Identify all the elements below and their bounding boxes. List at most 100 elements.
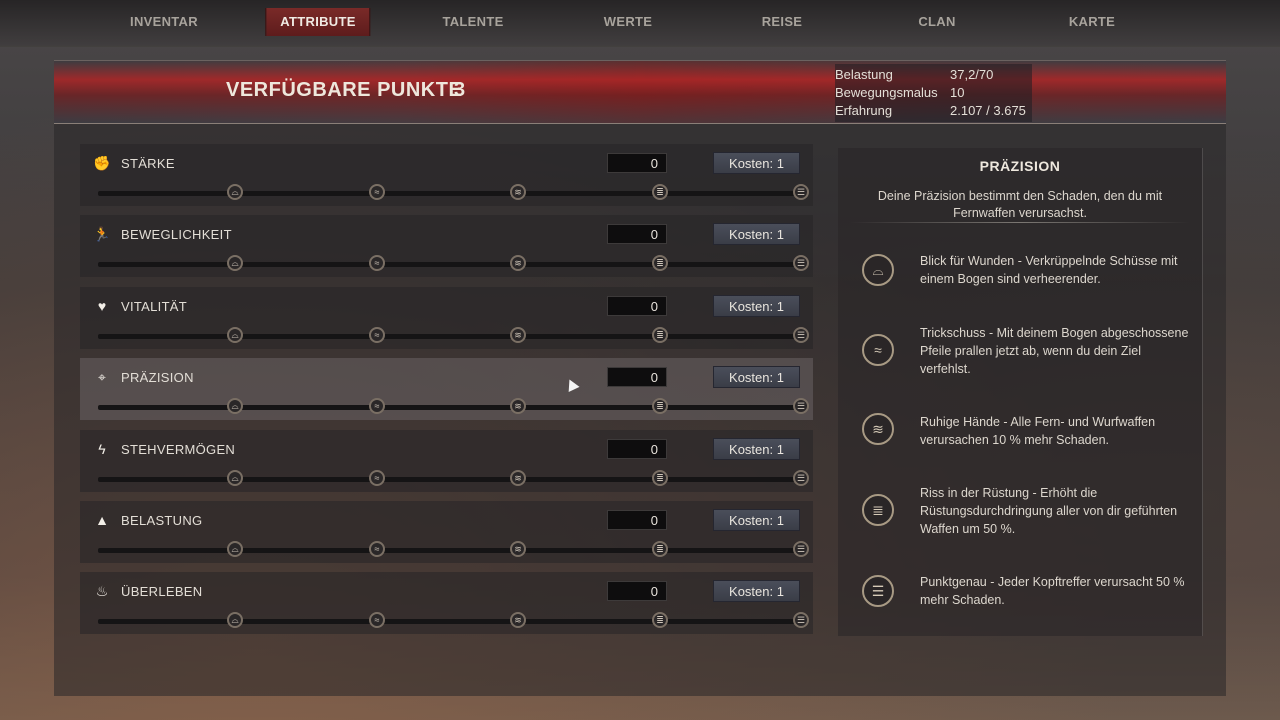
tab-karte[interactable]: KARTE	[1055, 8, 1129, 36]
cost-button[interactable]: Kosten: 1	[713, 366, 800, 389]
available-points-label: VERFÜGBARE PUNKTE	[226, 79, 463, 101]
perk-track: ⌓ ≈ ≋ ≣ ☰	[98, 255, 809, 272]
perk-node-icon[interactable]: ≣	[652, 612, 668, 629]
perk-node-icon[interactable]: ≣	[652, 326, 668, 343]
perk-node-icon[interactable]: ☰	[793, 255, 809, 272]
attribute-row-belastung[interactable]: ▲ BELASTUNG 0 Kosten: 1 ⌓ ≈ ≋ ≣ ☰	[80, 500, 813, 563]
perk-node-icon[interactable]: ≈	[369, 326, 385, 343]
attribute-value: 0	[607, 153, 667, 173]
tab-inventar[interactable]: INVENTAR	[116, 8, 212, 36]
cost-button[interactable]: Kosten: 1	[713, 508, 800, 531]
top-navigation: INVENTAR ATTRIBUTE TALENTE WERTE REISE C…	[0, 0, 1280, 47]
perk-node-icon[interactable]: ≋	[510, 184, 526, 200]
perk-node-icon[interactable]: ≈	[369, 398, 385, 415]
perk-node-icon[interactable]: ≈	[369, 184, 385, 200]
attribute-value: 0	[607, 224, 667, 245]
perk-track: ⌓ ≈ ≋ ≣ ☰	[98, 469, 809, 486]
perk-node-icon[interactable]: ≋	[510, 255, 526, 272]
perk-text: Ruhige Hände - Alle Fern- und Wurfwaffen…	[920, 415, 1156, 447]
tab-talente[interactable]: TALENTE	[428, 8, 517, 36]
stat-row: Erfahrung 2.107 / 3.675	[835, 102, 1026, 120]
perk-node-icon[interactable]: ⌓	[227, 255, 243, 272]
attribute-value: 0	[607, 509, 667, 530]
perk-tier-4-icon: ≣	[862, 494, 894, 526]
cost-button[interactable]: Kosten: 1	[713, 223, 800, 246]
attribute-row-ueberleben[interactable]: ♨ ÜBERLEBEN 0 Kosten: 1 ⌓ ≈ ≋ ≣ ☰	[80, 572, 813, 635]
perk-node-icon[interactable]: ≋	[510, 540, 526, 557]
perk-node-icon[interactable]: ≣	[652, 540, 668, 557]
perk-node-icon[interactable]: ≣	[652, 255, 668, 272]
campfire-icon: ♨	[95, 582, 109, 599]
tab-attribute[interactable]: ATTRIBUTE	[265, 8, 371, 36]
divider	[850, 222, 1190, 223]
cost-button[interactable]: Kosten: 1	[713, 437, 800, 460]
stat-value: 37,2/70	[950, 67, 994, 82]
attribute-row-praezision[interactable]: ⌖ PRÄZISION 0 Kosten: 1 ⌓ ≈ ≋ ≣ ☰	[80, 358, 813, 421]
cost-button[interactable]: Kosten: 1	[713, 294, 800, 317]
attribute-row-beweglichkeit[interactable]: 🏃 BEWEGLICHKEIT 0 Kosten: 1 ⌓ ≈ ≋ ≣ ☰	[80, 215, 813, 278]
attribute-name: PRÄZISION	[121, 370, 194, 386]
fist-icon: ✊	[93, 154, 111, 171]
perk-node-icon[interactable]: ≣	[652, 184, 668, 200]
perk-node-icon[interactable]: ⌓	[227, 469, 243, 486]
perk-text: Punktgenau - Jeder Kopftreffer verursach…	[920, 575, 1185, 607]
attribute-value: 0	[607, 438, 667, 459]
stat-value: 10	[950, 85, 965, 100]
perk-node-icon[interactable]: ≣	[652, 469, 668, 486]
attribute-name: BEWEGLICHKEIT	[121, 227, 232, 243]
perk-tier-1-icon: ⌓	[862, 254, 894, 286]
perk-node-icon[interactable]: ⌓	[227, 184, 243, 200]
header-banner: VERFÜGBARE PUNKTE 3	[54, 60, 1226, 124]
attribute-row-stehvermoegen[interactable]: ϟ STEHVERMÖGEN 0 Kosten: 1 ⌓ ≈ ≋ ≣ ☰	[80, 429, 813, 492]
tab-reise[interactable]: REISE	[748, 8, 817, 36]
attribute-row-vitalitaet[interactable]: ♥ VITALITÄT 0 Kosten: 1 ⌓ ≈ ≋ ≣ ☰	[80, 286, 813, 349]
tab-clan[interactable]: CLAN	[904, 8, 969, 36]
perk-node-icon[interactable]: ☰	[793, 326, 809, 343]
perk-node-icon[interactable]: ≈	[369, 612, 385, 629]
perk-node-icon[interactable]: ≋	[510, 398, 526, 415]
attribute-name: VITALITÄT	[121, 298, 188, 314]
stat-label: Erfahrung	[835, 103, 893, 118]
attribute-detail-panel: PRÄZISION Deine Präzision bestimmt den S…	[838, 148, 1203, 636]
weight-icon: ▲	[95, 511, 109, 528]
perk-node-icon[interactable]: ≋	[510, 326, 526, 343]
tab-werte[interactable]: WERTE	[590, 8, 666, 36]
perk-node-icon[interactable]: ≈	[369, 540, 385, 557]
perk-node-icon[interactable]: ⌓	[227, 612, 243, 629]
attribute-row-staerke[interactable]: ✊ STÄRKE 0 Kosten: 1 ⌓ ≈ ≋ ≣ ☰	[80, 144, 813, 206]
detail-title: PRÄZISION	[979, 158, 1061, 174]
attribute-name: STÄRKE	[121, 156, 175, 171]
perk-node-icon[interactable]: ≣	[652, 398, 668, 415]
stat-label: Bewegungsmalus	[835, 85, 938, 100]
perk-track: ⌓ ≈ ≋ ≣ ☰	[98, 398, 809, 415]
perk-text: Trickschuss - Mit deinem Bogen abgeschos…	[920, 326, 1189, 376]
perk-node-icon[interactable]: ☰	[793, 540, 809, 557]
cost-button[interactable]: Kosten: 1	[713, 580, 800, 603]
perk-node-icon[interactable]: ☰	[793, 469, 809, 486]
perk-node-icon[interactable]: ☰	[793, 184, 809, 200]
perk-node-icon[interactable]: ⌓	[227, 398, 243, 415]
perk-node-icon[interactable]: ⌓	[227, 540, 243, 557]
perk-track: ⌓ ≈ ≋ ≣ ☰	[98, 540, 809, 557]
perk-track: ⌓ ≈ ≋ ≣ ☰	[98, 326, 809, 343]
perk-tier-2-icon: ≈	[862, 334, 894, 366]
perk-node-icon[interactable]: ⌓	[227, 326, 243, 343]
crosshair-icon: ⌖	[98, 368, 106, 385]
perk-node-icon[interactable]: ☰	[793, 398, 809, 415]
cost-button[interactable]: Kosten: 1	[713, 152, 800, 174]
attribute-value: 0	[607, 581, 667, 602]
attribute-value: 0	[607, 367, 667, 388]
perk-node-icon[interactable]: ☰	[793, 612, 809, 629]
perk-track: ⌓ ≈ ≋ ≣ ☰	[98, 612, 809, 629]
character-stats: Belastung 37,2/70 Bewegungsmalus 10 Erfahr…	[835, 64, 1032, 122]
stat-row: Bewegungsmalus 10	[835, 84, 1026, 102]
perk-node-icon[interactable]: ≈	[369, 469, 385, 486]
perk-node-icon[interactable]: ≋	[510, 469, 526, 486]
attribute-name: STEHVERMÖGEN	[121, 441, 236, 457]
perk-tier-5-icon: ☰	[862, 575, 894, 607]
stat-label: Belastung	[835, 67, 893, 82]
perk-node-icon[interactable]: ≈	[369, 255, 385, 272]
perk-node-icon[interactable]: ≋	[510, 612, 526, 629]
perk-track: ⌓ ≈ ≋ ≣ ☰	[98, 184, 809, 200]
stat-value: 2.107 / 3.675	[950, 103, 1026, 118]
